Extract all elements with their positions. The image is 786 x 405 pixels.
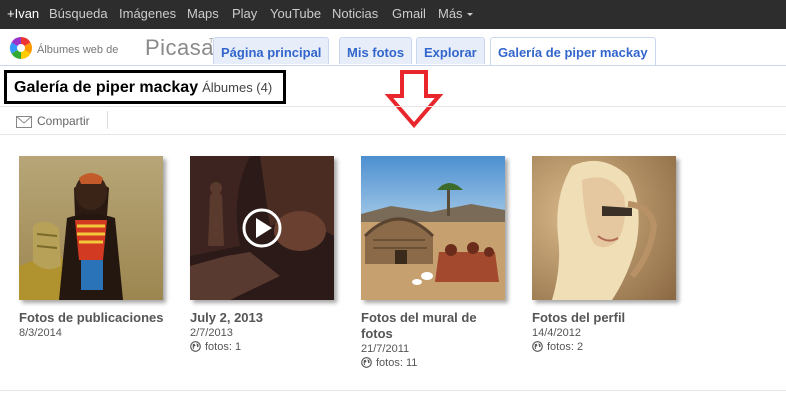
tabs-underline <box>0 65 786 66</box>
album-thumbnail-video[interactable] <box>190 156 334 300</box>
share-label: Compartir <box>37 114 90 128</box>
album-date: 14/4/2012 <box>532 327 581 339</box>
share-separator <box>107 111 108 129</box>
album-date: 2/7/2013 <box>190 327 233 339</box>
album-cover-image <box>190 156 334 300</box>
globe-icon <box>361 357 372 368</box>
chevron-down-icon <box>466 13 473 17</box>
album-title[interactable]: Fotos del mural de fotos <box>361 310 511 342</box>
gbar-link-maps[interactable]: Maps <box>187 6 219 21</box>
gbar-more-label: Más <box>438 6 463 21</box>
gbar-link-profile[interactable]: +Ivan <box>7 6 39 21</box>
gallery-title: Galería de piper mackay <box>14 79 199 96</box>
album-cover-image <box>532 156 676 300</box>
share-button[interactable]: Compartir <box>16 114 90 128</box>
gbar-link-news[interactable]: Noticias <box>332 6 378 21</box>
album-title[interactable]: Fotos del perfil <box>532 310 682 326</box>
album-photo-count: fotos: 1 <box>190 341 340 353</box>
album-photo-count: fotos: 2 <box>532 341 682 353</box>
tab-explore[interactable]: Explorar <box>416 37 485 64</box>
album-count-label: fotos: 2 <box>547 341 584 353</box>
globe-icon <box>190 341 201 352</box>
logo-brand: Picasa <box>145 35 215 60</box>
album-photo-count: fotos: 11 <box>361 357 511 369</box>
picasa-pinwheel-icon <box>10 37 32 59</box>
album-card: Fotos de publicaciones 8/3/2014 <box>19 156 169 339</box>
gbar-link-play[interactable]: Play <box>232 6 257 21</box>
album-cover-image <box>361 156 505 300</box>
album-thumbnail-tribal-portrait[interactable] <box>19 156 163 300</box>
page-title: Galería de piper mackay Álbumes (4) <box>14 79 272 97</box>
albums-count[interactable]: Álbumes (4) <box>202 80 272 95</box>
mail-icon <box>16 116 32 128</box>
album-card: July 2, 2013 2/7/2013 fotos: 1 <box>190 156 340 353</box>
gbar-link-youtube[interactable]: YouTube <box>270 6 321 21</box>
logo-text: Álbumes web de <box>37 44 119 56</box>
album-title[interactable]: July 2, 2013 <box>190 310 340 326</box>
album-card: Fotos del perfil 14/4/2012 fotos: 2 <box>532 156 682 353</box>
album-card: Fotos del mural de fotos 21/7/2011 fotos… <box>361 156 511 369</box>
divider-bottom <box>0 390 786 391</box>
google-bar: +Ivan Búsqueda Imágenes Maps Play YouTub… <box>0 0 786 29</box>
divider-share <box>0 134 786 135</box>
divider-top <box>0 106 786 107</box>
globe-icon <box>532 341 543 352</box>
album-date: 21/7/2011 <box>361 343 410 355</box>
gbar-link-more[interactable]: Más <box>438 6 473 21</box>
album-count-label: fotos: 11 <box>376 357 418 369</box>
tab-home[interactable]: Página principal <box>213 37 330 64</box>
gbar-link-gmail[interactable]: Gmail <box>392 6 426 21</box>
album-date: 8/3/2014 <box>19 327 62 339</box>
gbar-link-images[interactable]: Imágenes <box>119 6 176 21</box>
gallery-title-highlight: Galería de piper mackay Álbumes (4) <box>4 70 286 104</box>
album-thumbnail-village[interactable] <box>361 156 505 300</box>
tab-my-photos[interactable]: Mis fotos <box>339 37 413 64</box>
red-arrow-icon <box>385 70 443 129</box>
picasa-header: Álbumes web de Picasa TM Página principa… <box>0 29 786 66</box>
tab-gallery[interactable]: Galería de piper mackay <box>490 37 656 66</box>
album-cover-image <box>19 156 163 300</box>
album-title[interactable]: Fotos de publicaciones <box>19 310 169 326</box>
album-thumbnail-profile[interactable] <box>532 156 676 300</box>
album-count-label: fotos: 1 <box>205 341 242 353</box>
gbar-link-search[interactable]: Búsqueda <box>49 6 108 21</box>
